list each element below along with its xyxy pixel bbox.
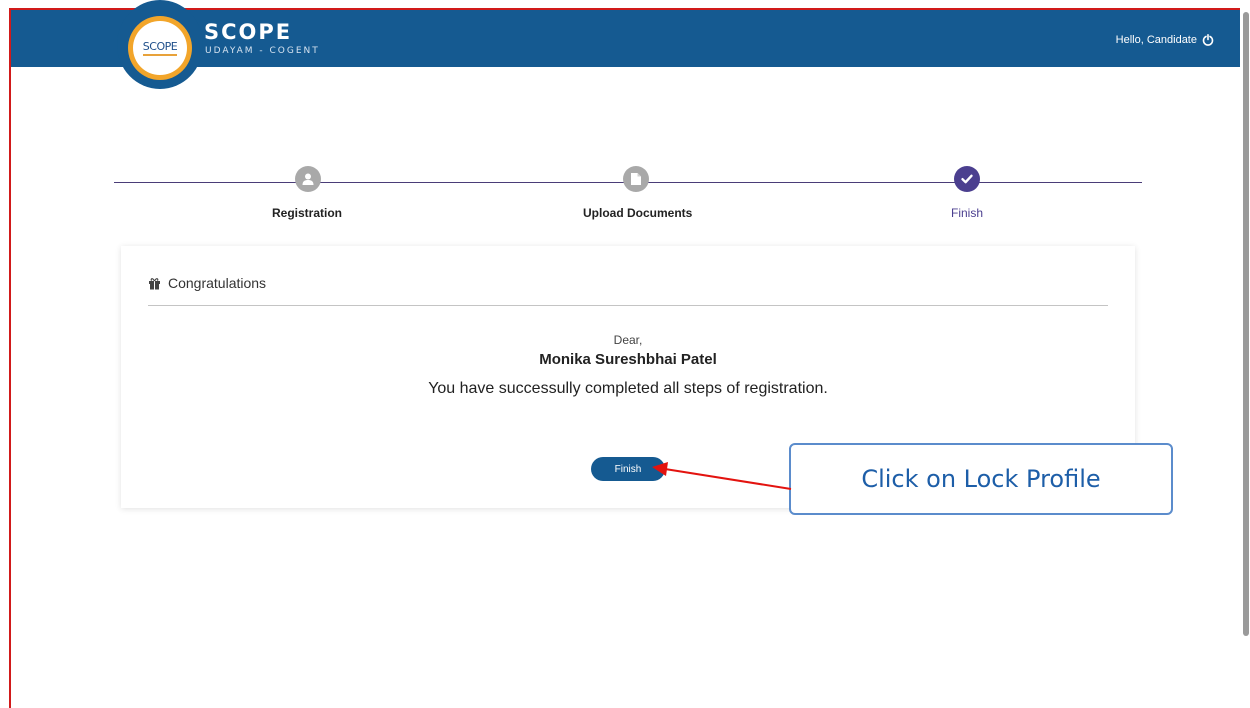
- logo-text: SCOPE: [142, 40, 178, 56]
- annotation-callout: Click on Lock Profile: [789, 443, 1173, 515]
- candidate-name: Monika Sureshbhai Patel: [539, 351, 717, 368]
- file-icon: [631, 173, 641, 185]
- step-finish-icon[interactable]: [954, 166, 980, 192]
- screenshot-frame-left: [9, 10, 11, 708]
- card-divider: [148, 305, 1108, 306]
- user-menu[interactable]: Hello, Candidate: [1116, 33, 1214, 47]
- vertical-scrollbar[interactable]: [1243, 12, 1249, 636]
- brand-subtitle: UDAYAM - COGENT: [205, 46, 320, 56]
- salutation: Dear,: [613, 333, 643, 347]
- step-label-registration[interactable]: Registration: [272, 206, 342, 220]
- check-icon: [961, 174, 973, 184]
- card-title: Congratulations: [168, 275, 267, 291]
- logo[interactable]: SCOPE: [133, 21, 187, 75]
- gift-icon: [149, 277, 160, 289]
- step-upload-documents-icon[interactable]: [623, 166, 649, 192]
- card-header: Congratulations: [148, 275, 266, 291]
- step-label-upload-documents[interactable]: Upload Documents: [583, 206, 692, 220]
- user-icon: [302, 173, 314, 185]
- success-message: You have successully completed all steps…: [428, 380, 828, 397]
- user-greeting: Hello, Candidate: [1115, 34, 1197, 46]
- brand-title: SCOPE: [204, 20, 293, 44]
- power-icon[interactable]: [1202, 34, 1214, 46]
- step-label-finish[interactable]: Finish: [951, 206, 983, 220]
- finish-button[interactable]: Finish: [591, 457, 665, 481]
- step-registration-icon[interactable]: [295, 166, 321, 192]
